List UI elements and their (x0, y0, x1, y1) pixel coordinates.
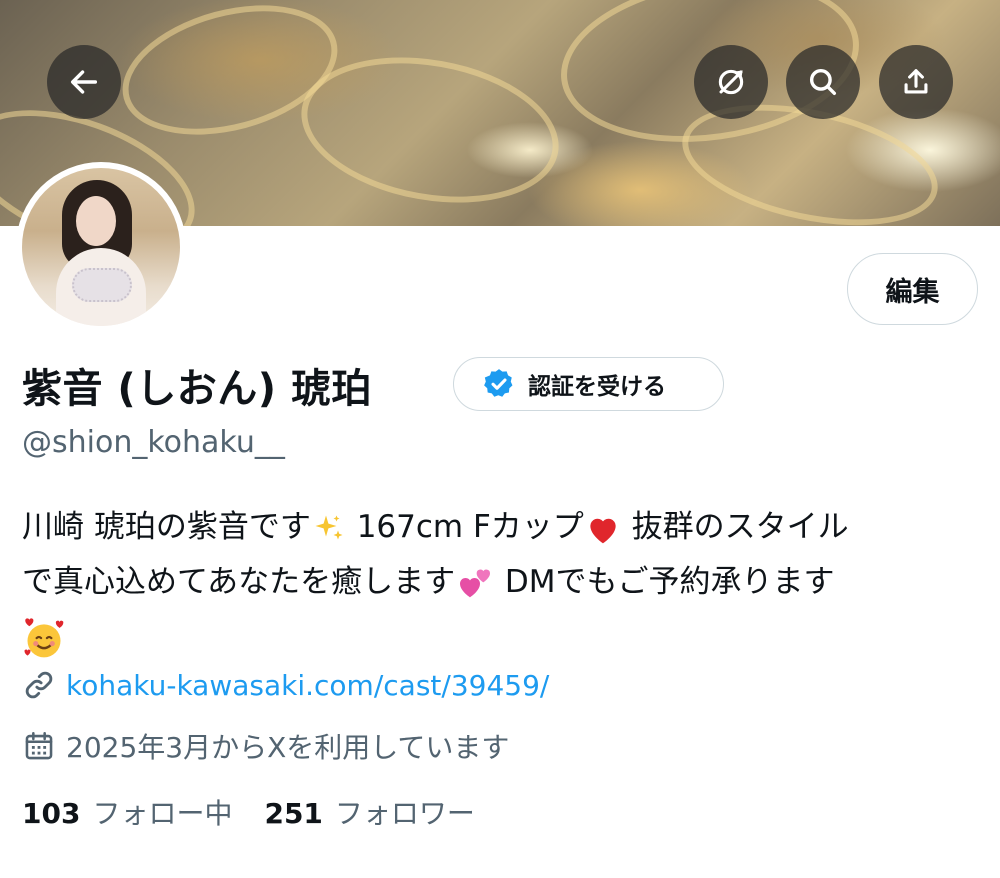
joined-row: 2025年3月からXを利用しています (22, 726, 509, 766)
search-icon (809, 68, 837, 96)
bio-text: DMでもご予約承ります (495, 564, 835, 600)
followers-link[interactable]: 251 フォロワー (264, 792, 474, 832)
get-verified-label: 認証を受ける (528, 374, 666, 400)
profile-handle: @shion_kohaku__ (22, 425, 285, 460)
bio-text: で真心込めてあなたを癒します (22, 564, 456, 600)
get-verified-button[interactable]: 認証を受ける (453, 357, 724, 411)
sparkles-icon (315, 515, 343, 539)
search-button[interactable] (786, 45, 860, 119)
profile-name: 紫音 (しおん) 琥珀 (22, 366, 372, 412)
no-translate-icon (718, 69, 744, 95)
bio-text: 167cm Fカップ (346, 509, 584, 545)
red-heart-icon (590, 518, 616, 543)
following-count: 103 (22, 797, 81, 830)
translate-button[interactable] (694, 45, 768, 119)
back-button[interactable] (47, 45, 121, 119)
smiling-face-with-hearts-icon (24, 617, 64, 657)
share-button[interactable] (879, 45, 953, 119)
calendar-icon (25, 731, 53, 760)
following-link[interactable]: 103 フォロー中 (22, 792, 232, 832)
link-icon (25, 671, 53, 699)
avatar[interactable] (16, 162, 186, 332)
website-link[interactable]: kohaku-kawasaki.com/cast/39459/ (66, 669, 549, 702)
profile-bio: 川崎 琥珀の紫音です 167cm Fカップ 抜群のスタイル で真心込めてあなたを… (22, 500, 982, 665)
bio-text: 抜群のスタイル (621, 509, 849, 545)
two-hearts-icon (460, 569, 491, 597)
arrow-left-icon (70, 70, 98, 94)
joined-date: 2025年3月からXを利用しています (66, 731, 510, 764)
followers-count: 251 (264, 797, 323, 830)
follow-stats: 103 フォロー中 251 フォロワー (22, 792, 475, 832)
bio-text: 川崎 琥珀の紫音です (22, 509, 311, 545)
following-label: フォロー中 (92, 797, 233, 830)
share-icon (904, 69, 928, 94)
avatar-image (22, 168, 180, 326)
verified-badge-icon (484, 369, 513, 397)
followers-label: フォロワー (334, 797, 475, 830)
edit-profile-button[interactable]: 編集 (847, 253, 978, 325)
website-row: kohaku-kawasaki.com/cast/39459/ (22, 668, 549, 702)
